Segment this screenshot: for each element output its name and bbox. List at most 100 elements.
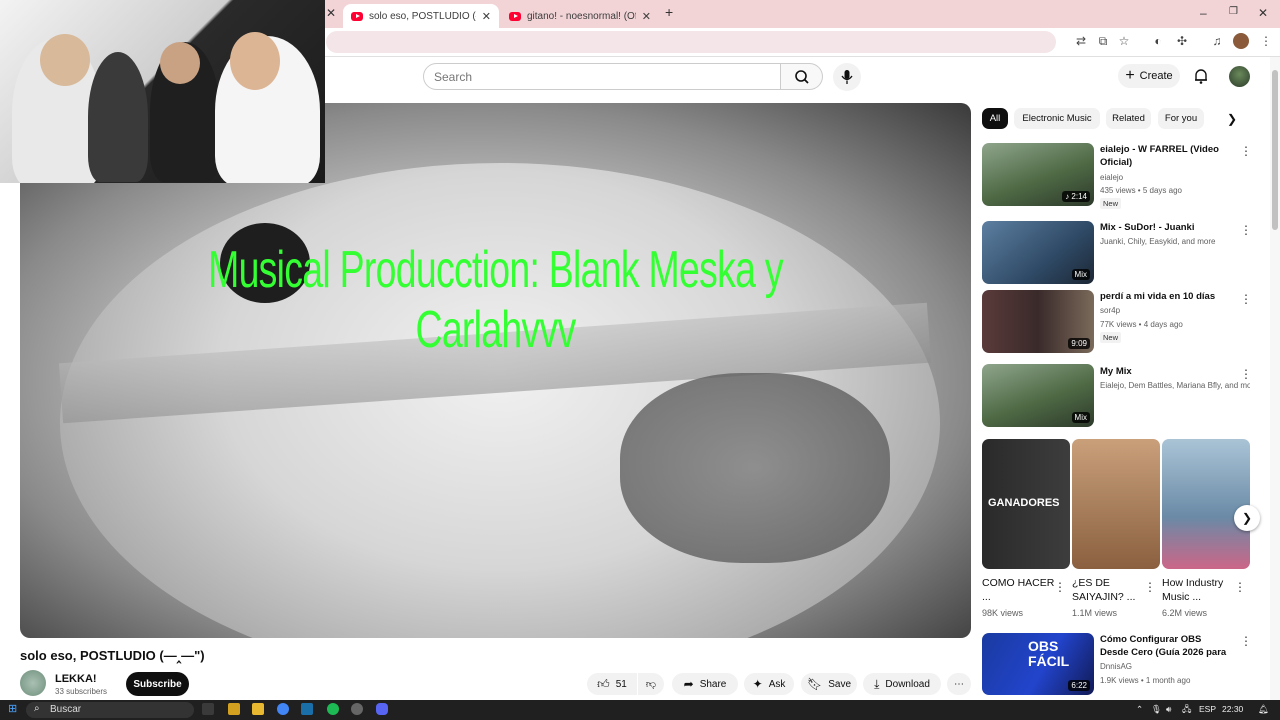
- address-bar[interactable]: [326, 31, 1056, 53]
- chip-electronic-music[interactable]: Electronic Music: [1014, 108, 1100, 129]
- bookmark-star-icon[interactable]: ☆: [1116, 33, 1132, 49]
- notifications-bell-icon[interactable]: [1192, 67, 1210, 85]
- search-icon: ⌕: [34, 703, 40, 714]
- media-control-icon[interactable]: ♫: [1209, 33, 1225, 49]
- ask-label: Ask: [768, 678, 786, 690]
- recommendation-title[interactable]: perdí a mi vida en 10 días: [1100, 290, 1232, 303]
- tab-active-video[interactable]: solo eso, POSTLUDIO (—‸—") - YouTube ✕: [343, 4, 499, 28]
- ask-button[interactable]: ✦ Ask: [744, 673, 794, 695]
- microphone-icon[interactable]: 🎙︎: [1151, 704, 1162, 715]
- recommendation-channel[interactable]: DnnisAG: [1100, 662, 1250, 671]
- voice-search-button[interactable]: [833, 63, 861, 91]
- create-button[interactable]: + Create: [1118, 64, 1180, 88]
- tray-chevron-icon[interactable]: ⌃: [1136, 704, 1143, 715]
- short-thumbnail[interactable]: [1162, 439, 1250, 569]
- obs-icon[interactable]: [351, 703, 363, 715]
- tab-gitano[interactable]: gitano! - noesnormal! (Official Video) ✕: [501, 4, 659, 28]
- extension-icon[interactable]: ◐: [1150, 33, 1166, 49]
- search-input[interactable]: Search: [423, 63, 781, 90]
- short-views: 98K views: [982, 608, 1024, 618]
- taskbar-search-box[interactable]: Buscar: [26, 702, 194, 718]
- search-button[interactable]: [781, 63, 823, 90]
- recommendation-channel: Juanki, Chily, Easykid, and more: [1100, 237, 1216, 246]
- dislike-button[interactable]: 👎︎: [638, 673, 664, 695]
- tab-close-icon[interactable]: ✕: [326, 6, 336, 20]
- install-app-icon[interactable]: ⧉: [1095, 33, 1111, 49]
- recommendation-title[interactable]: Cómo Configurar OBS Desde Cero (Guía 202…: [1100, 633, 1232, 659]
- more-vertical-icon[interactable]: ⋮: [1240, 144, 1252, 158]
- file-explorer-icon[interactable]: [252, 703, 264, 715]
- discord-icon[interactable]: [376, 703, 388, 715]
- short-views: 1.1M views: [1072, 608, 1118, 618]
- short-thumbnail[interactable]: [1072, 439, 1160, 569]
- steam-icon[interactable]: [301, 703, 313, 715]
- download-label: Download: [885, 678, 930, 690]
- windows-start-icon[interactable]: ⊞: [8, 702, 17, 715]
- more-vertical-icon[interactable]: ⋮: [1240, 634, 1252, 648]
- subscribe-button[interactable]: Subscribe: [126, 672, 189, 696]
- scrollbar-thumb[interactable]: [1272, 70, 1278, 230]
- more-vertical-icon[interactable]: ⋮: [1234, 580, 1246, 594]
- chip-for-you[interactable]: For you: [1158, 108, 1204, 129]
- webcam-person: [40, 34, 90, 86]
- chevron-right-icon[interactable]: ❯: [1227, 112, 1237, 126]
- recommendation-title[interactable]: eialejo - W FARREL (Video Oficial): [1100, 143, 1232, 169]
- taskbar-clock[interactable]: 22:30: [1222, 704, 1243, 714]
- short-views: 6.2M views: [1162, 608, 1208, 618]
- restore-button[interactable]: ❐: [1229, 6, 1238, 17]
- volume-icon[interactable]: 🔊︎: [1166, 704, 1171, 715]
- close-window-button[interactable]: ✕: [1258, 6, 1268, 20]
- language-indicator[interactable]: ESP: [1199, 704, 1216, 714]
- notifications-icon[interactable]: 🔔︎: [1258, 704, 1269, 715]
- channel-name[interactable]: LEKKA!: [55, 673, 97, 685]
- mix-thumbnail[interactable]: Mix: [982, 364, 1094, 427]
- download-button[interactable]: ⤓ Download: [863, 673, 941, 695]
- new-badge: New: [1100, 332, 1122, 343]
- webcam-person: [160, 42, 200, 84]
- chrome-icon[interactable]: [277, 703, 289, 715]
- more-actions-button[interactable]: ⋯: [947, 673, 971, 695]
- channel-avatar[interactable]: [20, 670, 46, 696]
- chevron-right-icon[interactable]: ❯: [1234, 505, 1260, 531]
- translate-icon[interactable]: ⇄: [1073, 33, 1089, 49]
- spotify-icon[interactable]: [327, 703, 339, 715]
- app-icon[interactable]: [228, 703, 240, 715]
- more-vertical-icon[interactable]: ⋮: [1144, 580, 1156, 594]
- video-thumbnail[interactable]: OBS FÁCIL 6:22: [982, 633, 1094, 695]
- recommendation-channel[interactable]: sor4p: [1100, 306, 1250, 315]
- profile-avatar-icon[interactable]: [1233, 33, 1249, 49]
- save-button[interactable]: 🔖︎ Save: [801, 673, 857, 695]
- tab-close-icon[interactable]: ✕: [482, 10, 491, 23]
- recommendation-channel[interactable]: eialejo: [1100, 173, 1250, 182]
- new-tab-button[interactable]: +: [665, 4, 673, 20]
- like-button[interactable]: 👍︎ 51: [587, 673, 637, 695]
- task-view-icon[interactable]: [202, 703, 214, 715]
- microphone-icon: [841, 70, 853, 84]
- tab-close-icon[interactable]: ✕: [642, 10, 651, 23]
- short-title[interactable]: How Industry Music ...: [1162, 576, 1238, 604]
- video-thumbnail[interactable]: ♪ 2:14: [982, 143, 1094, 206]
- video-player[interactable]: [20, 103, 971, 638]
- more-vertical-icon[interactable]: ⋮: [1054, 580, 1066, 594]
- share-button[interactable]: ➦ Share: [672, 673, 738, 695]
- short-title[interactable]: COMO HACER ...: [982, 576, 1058, 604]
- short-thumbnail[interactable]: GANADORES: [982, 439, 1070, 569]
- chip-related[interactable]: Related: [1106, 108, 1151, 129]
- webcam-person: [88, 52, 148, 182]
- more-vertical-icon[interactable]: ⋮: [1240, 223, 1252, 237]
- mix-thumbnail[interactable]: Mix: [982, 221, 1094, 284]
- minimize-button[interactable]: –: [1200, 6, 1207, 20]
- mix-badge: Mix: [1071, 269, 1090, 280]
- short-title[interactable]: ¿ES DE SAIYAJIN? ...: [1072, 576, 1148, 604]
- recommendation-title[interactable]: Mix - SuDor! - Juanki: [1100, 221, 1232, 234]
- more-vertical-icon[interactable]: ⋮: [1240, 367, 1252, 381]
- recommendation-title[interactable]: My Mix: [1100, 365, 1232, 378]
- video-overlay-caption: Musical Producction: Blank Meska y Carla…: [208, 241, 784, 359]
- browser-menu-icon[interactable]: ⋮: [1258, 33, 1274, 49]
- account-avatar[interactable]: [1229, 66, 1250, 87]
- video-thumbnail[interactable]: 9:09: [982, 290, 1094, 353]
- chip-all[interactable]: All: [982, 108, 1008, 129]
- extensions-puzzle-icon[interactable]: ✣: [1174, 33, 1190, 49]
- more-vertical-icon[interactable]: ⋮: [1240, 292, 1252, 306]
- network-icon[interactable]: 🖧: [1182, 704, 1191, 718]
